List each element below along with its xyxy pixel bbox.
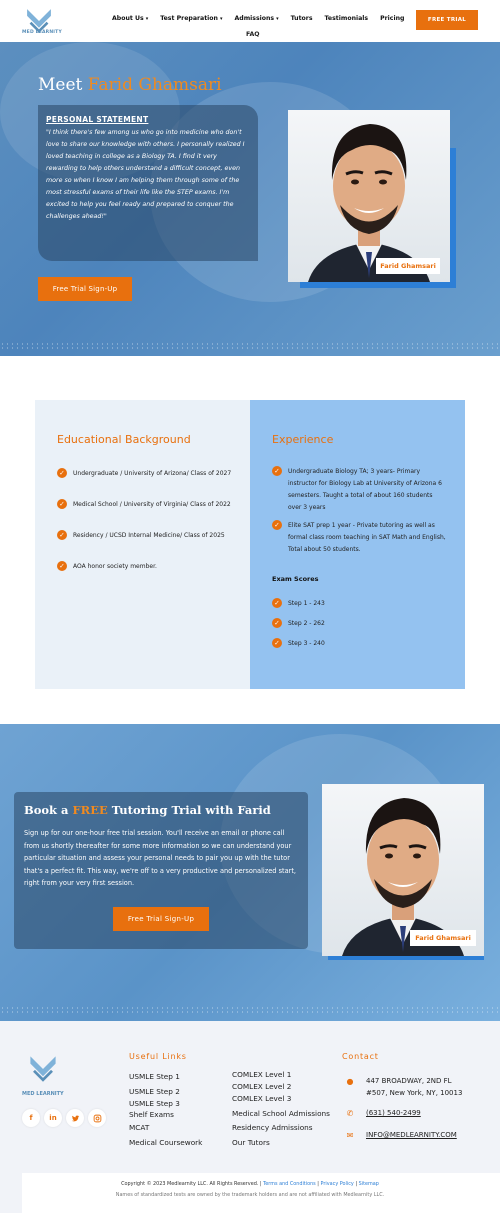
check-icon: ✓ — [57, 468, 67, 478]
linkedin-icon[interactable]: in — [44, 1109, 62, 1127]
score-item: ✓ Step 1 - 243 — [272, 598, 447, 610]
list-item: ✓ Undergraduate Biology TA; 3 years- Prim… — [272, 466, 447, 514]
score-item: ✓ Step 3 - 240 — [272, 638, 447, 650]
list-item: ✓ AOA honor society member. — [57, 561, 232, 573]
nav-about-us[interactable]: About Us ▾ — [112, 15, 148, 22]
sitemap-link[interactable]: Sitemap — [359, 1181, 379, 1187]
chevron-down-icon: ▾ — [276, 16, 279, 22]
chevron-down-icon: ▾ — [219, 16, 223, 22]
nav-test-preparation[interactable]: Test Preparation ▾ — [160, 15, 222, 22]
contact-heading: Contact — [342, 1052, 379, 1061]
twitter-icon[interactable] — [66, 1109, 84, 1127]
terms-link[interactable]: Terms and Conditions — [263, 1181, 316, 1187]
nav-admissions[interactable]: Admissions ▾ — [234, 15, 278, 22]
tutor-portrait: Farid Ghamsari — [288, 110, 450, 282]
contact-email[interactable]: ✉ INFO@MEDLEARNITY.COM — [344, 1130, 457, 1142]
phone-icon: ✆ — [346, 1109, 354, 1118]
check-icon: ✓ — [272, 520, 282, 530]
check-icon: ✓ — [57, 499, 67, 509]
experience-heading: Experience — [272, 433, 334, 446]
footer-link[interactable]: USMLE Step 2 — [129, 1085, 202, 1100]
list-item: ✓ Elite SAT prep 1 year - Private tutorin… — [272, 520, 447, 556]
location-pin-icon: ● — [346, 1077, 354, 1086]
useful-links-heading: Useful Links — [129, 1052, 187, 1061]
useful-links-col1: USMLE Step 1 USMLE Step 2 USMLE Step 3 S… — [129, 1070, 202, 1150]
site-header: MED LEARNITY About Us ▾ Test Preparation ▾… — [0, 0, 500, 42]
site-footer: MED LEARNITY f in Useful Links USMLE Ste… — [0, 1021, 500, 1213]
footer-link[interactable]: COMLEX Level 1 — [232, 1069, 330, 1081]
logo-text: MED LEARNITY — [22, 1091, 64, 1097]
nav-pricing[interactable]: Pricing — [380, 15, 404, 22]
footer-link[interactable]: Residency Admissions — [232, 1121, 330, 1136]
envelope-icon: ✉ — [346, 1131, 354, 1140]
useful-links-col2: COMLEX Level 1 COMLEX Level 2 COMLEX Lev… — [232, 1069, 330, 1150]
instagram-icon[interactable] — [88, 1109, 106, 1127]
score-item: ✓ Step 2 - 262 — [272, 618, 447, 630]
privacy-link[interactable]: Privacy Policy — [321, 1181, 354, 1187]
dotted-divider — [0, 342, 500, 350]
check-icon: ✓ — [57, 530, 67, 540]
trial-text: Sign up for our one-hour free trial sess… — [24, 829, 297, 887]
trial-card: Book a FREE Tutoring Trial with Farid Si… — [14, 792, 308, 949]
hero-section: Meet Farid Ghamsari PERSONAL STATEMENT "… — [0, 42, 500, 356]
copyright-line: Copyright © 2023 Medlearnity LLC. All Ri… — [121, 1181, 379, 1187]
check-icon: ✓ — [57, 561, 67, 571]
footer-link[interactable]: Medical Coursework — [129, 1136, 202, 1151]
tutor-portrait: Farid Ghamsari — [322, 784, 484, 956]
nav-tutors[interactable]: Tutors — [291, 15, 313, 22]
footer-link[interactable]: USMLE Step 1 — [129, 1070, 202, 1085]
footer-link[interactable]: MCAT — [129, 1121, 202, 1136]
education-heading: Educational Background — [57, 433, 191, 446]
free-trial-signup-button[interactable]: Free Trial Sign-Up — [113, 907, 209, 931]
footer-link[interactable]: Medical School Admissions — [232, 1107, 330, 1122]
check-icon: ✓ — [272, 618, 282, 628]
statement-heading: PERSONAL STATEMENT — [46, 115, 149, 124]
footer-link[interactable]: USMLE Step 3 — [129, 1099, 202, 1109]
nav-faq[interactable]: FAQ — [246, 31, 260, 38]
list-item: ✓ Undergraduate / University of Arizona/ … — [57, 468, 232, 480]
tutor-photo: Farid Ghamsari — [288, 110, 456, 288]
disclaimer: Names of standardized tests are owned by… — [115, 1192, 385, 1198]
statement-text: "I think there's few among us who go int… — [46, 129, 245, 220]
hero-title: Meet Farid Ghamsari — [38, 75, 222, 95]
footer-link[interactable]: COMLEX Level 3 — [232, 1092, 330, 1107]
check-icon: ✓ — [272, 638, 282, 648]
footer-link[interactable]: COMLEX Level 2 — [232, 1081, 330, 1093]
experience-panel: Experience ✓ Undergraduate Biology TA; 3 … — [250, 400, 465, 689]
free-trial-button[interactable]: FREE TRIAL — [416, 10, 478, 30]
logo-text: MED LEARNITY — [22, 30, 62, 35]
nav-testimonials[interactable]: Testimonials — [325, 15, 369, 22]
contact-phone[interactable]: ✆ (631) 540-2499 — [344, 1108, 421, 1120]
photo-name-tag: Farid Ghamsari — [410, 930, 476, 946]
footer-link[interactable]: Shelf Exams — [129, 1109, 202, 1121]
contact-address: ● 447 BROADWAY, 2ND FL #507, New York, N… — [344, 1076, 463, 1099]
photo-name-tag: Farid Ghamsari — [376, 258, 440, 274]
dotted-divider — [0, 1006, 500, 1014]
free-trial-signup-button[interactable]: Free Trial Sign-Up — [38, 277, 132, 301]
footer-bottom-bar: Copyright © 2023 Medlearnity LLC. All Ri… — [22, 1173, 500, 1213]
check-icon: ✓ — [272, 598, 282, 608]
exam-scores-heading: Exam Scores — [272, 575, 319, 583]
trial-heading: Book a FREE Tutoring Trial with Farid — [24, 803, 271, 817]
chevron-down-icon: ▾ — [145, 16, 149, 22]
portrait-illustration — [308, 124, 430, 282]
facebook-icon[interactable]: f — [22, 1109, 40, 1127]
free-trial-section: Book a FREE Tutoring Trial with Farid Si… — [0, 724, 500, 1021]
check-icon: ✓ — [272, 466, 282, 476]
list-item: ✓ Medical School / University of Virginia… — [57, 499, 232, 511]
list-item: ✓ Residency / UCSD Internal Medicine/ Cla… — [57, 530, 232, 542]
main-nav: About Us ▾ Test Preparation ▾ Admissions ▾ … — [112, 15, 404, 22]
educational-background-panel: Educational Background ✓ Undergraduate / … — [35, 400, 250, 689]
tutor-name: Farid Ghamsari — [87, 75, 222, 95]
social-links: f in — [22, 1109, 106, 1127]
medlearnity-logo[interactable] — [25, 1051, 61, 1087]
footer-link[interactable]: Our Tutors — [232, 1136, 330, 1151]
personal-statement-card: PERSONAL STATEMENT "I think there's few … — [38, 105, 258, 261]
tutor-photo: Farid Ghamsari — [322, 784, 490, 960]
